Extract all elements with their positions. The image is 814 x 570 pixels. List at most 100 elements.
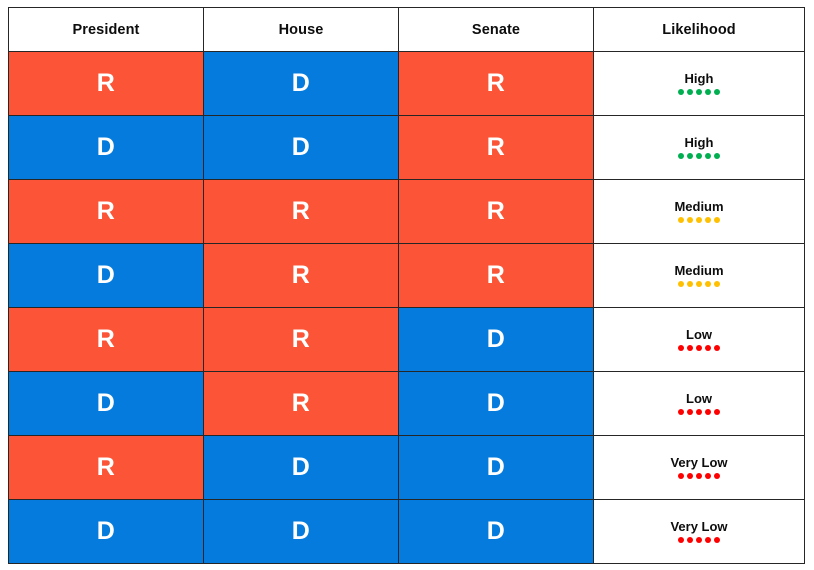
cell-senate-republican: R bbox=[398, 115, 594, 180]
column-header-senate: Senate bbox=[398, 7, 594, 52]
dot-icon bbox=[678, 281, 684, 287]
cell-senate-democrat: D bbox=[398, 307, 594, 372]
likelihood-indicator: Very Low bbox=[594, 520, 804, 543]
likelihood-dots bbox=[678, 217, 720, 223]
likelihood-dots bbox=[678, 409, 720, 415]
cell-house-republican: R bbox=[203, 179, 399, 244]
dot-icon bbox=[678, 153, 684, 159]
dot-icon bbox=[705, 537, 711, 543]
cell-likelihood: High bbox=[593, 115, 805, 180]
likelihood-label: Low bbox=[686, 327, 712, 342]
table-body: R D R High D D R High R R R Medium D R R Medium R R D Low D R… bbox=[8, 51, 805, 564]
likelihood-label: Very Low bbox=[670, 519, 728, 534]
likelihood-label: Low bbox=[686, 391, 712, 406]
cell-president-republican: R bbox=[8, 51, 204, 116]
table-row: R D D Very Low bbox=[8, 435, 805, 500]
dot-icon bbox=[705, 409, 711, 415]
cell-likelihood: Very Low bbox=[593, 435, 805, 500]
cell-president-democrat: D bbox=[8, 243, 204, 308]
dot-icon bbox=[714, 281, 720, 287]
dot-icon bbox=[696, 345, 702, 351]
dot-icon bbox=[705, 153, 711, 159]
likelihood-indicator: Very Low bbox=[594, 456, 804, 479]
cell-president-republican: R bbox=[8, 179, 204, 244]
dot-icon bbox=[687, 473, 693, 479]
likelihood-label: High bbox=[684, 71, 714, 86]
dot-icon bbox=[687, 281, 693, 287]
table-row: D D R High bbox=[8, 115, 805, 180]
likelihood-indicator: High bbox=[594, 136, 804, 159]
likelihood-label: Medium bbox=[674, 199, 724, 214]
cell-senate-democrat: D bbox=[398, 499, 594, 564]
dot-icon bbox=[687, 153, 693, 159]
likelihood-label: Medium bbox=[674, 263, 724, 278]
likelihood-dots bbox=[678, 281, 720, 287]
cell-house-democrat: D bbox=[203, 115, 399, 180]
dot-icon bbox=[714, 409, 720, 415]
dot-icon bbox=[705, 217, 711, 223]
likelihood-indicator: Medium bbox=[594, 200, 804, 223]
dot-icon bbox=[678, 217, 684, 223]
cell-senate-republican: R bbox=[398, 179, 594, 244]
cell-senate-democrat: D bbox=[398, 371, 594, 436]
dot-icon bbox=[696, 153, 702, 159]
table-row: R R R Medium bbox=[8, 179, 805, 244]
table-row: D R D Low bbox=[8, 371, 805, 436]
likelihood-dots bbox=[678, 153, 720, 159]
likelihood-indicator: Low bbox=[594, 392, 804, 415]
cell-senate-republican: R bbox=[398, 51, 594, 116]
dot-icon bbox=[687, 345, 693, 351]
cell-house-republican: R bbox=[203, 243, 399, 308]
dot-icon bbox=[678, 409, 684, 415]
dot-icon bbox=[714, 89, 720, 95]
cell-house-republican: R bbox=[203, 307, 399, 372]
column-header-likelihood: Likelihood bbox=[593, 7, 805, 52]
cell-president-republican: R bbox=[8, 435, 204, 500]
table-row: R D R High bbox=[8, 51, 805, 116]
likelihood-indicator: High bbox=[594, 72, 804, 95]
dot-icon bbox=[678, 345, 684, 351]
cell-likelihood: Low bbox=[593, 307, 805, 372]
dot-icon bbox=[714, 345, 720, 351]
cell-house-democrat: D bbox=[203, 51, 399, 116]
dot-icon bbox=[678, 89, 684, 95]
cell-likelihood: Very Low bbox=[593, 499, 805, 564]
dot-icon bbox=[696, 537, 702, 543]
column-header-president: President bbox=[8, 7, 204, 52]
likelihood-label: High bbox=[684, 135, 714, 150]
cell-president-democrat: D bbox=[8, 371, 204, 436]
cell-house-democrat: D bbox=[203, 499, 399, 564]
cell-senate-democrat: D bbox=[398, 435, 594, 500]
likelihood-label: Very Low bbox=[670, 455, 728, 470]
dot-icon bbox=[705, 345, 711, 351]
column-header-house: House bbox=[203, 7, 399, 52]
dot-icon bbox=[696, 281, 702, 287]
dot-icon bbox=[696, 409, 702, 415]
cell-likelihood: Medium bbox=[593, 179, 805, 244]
cell-house-democrat: D bbox=[203, 435, 399, 500]
cell-president-republican: R bbox=[8, 307, 204, 372]
dot-icon bbox=[714, 473, 720, 479]
dot-icon bbox=[687, 89, 693, 95]
dot-icon bbox=[687, 537, 693, 543]
cell-likelihood: Low bbox=[593, 371, 805, 436]
cell-president-democrat: D bbox=[8, 115, 204, 180]
dot-icon bbox=[678, 537, 684, 543]
table-row: D D D Very Low bbox=[8, 499, 805, 564]
likelihood-indicator: Medium bbox=[594, 264, 804, 287]
cell-house-republican: R bbox=[203, 371, 399, 436]
dot-icon bbox=[714, 153, 720, 159]
dot-icon bbox=[696, 473, 702, 479]
likelihood-dots bbox=[678, 537, 720, 543]
cell-likelihood: Medium bbox=[593, 243, 805, 308]
dot-icon bbox=[705, 89, 711, 95]
dot-icon bbox=[696, 217, 702, 223]
dot-icon bbox=[687, 409, 693, 415]
cell-likelihood: High bbox=[593, 51, 805, 116]
scenario-likelihood-table: President House Senate Likelihood R D R Hig… bbox=[8, 7, 805, 564]
dot-icon bbox=[678, 473, 684, 479]
dot-icon bbox=[696, 89, 702, 95]
likelihood-dots bbox=[678, 89, 720, 95]
dot-icon bbox=[705, 281, 711, 287]
table-header-row: President House Senate Likelihood bbox=[8, 7, 805, 52]
